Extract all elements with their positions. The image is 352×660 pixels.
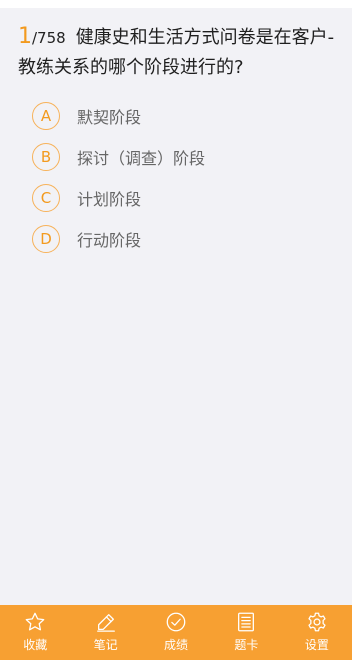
nav-notes-button[interactable]: 笔记	[70, 605, 140, 660]
nav-favorite-label: 收藏	[23, 638, 48, 652]
list-card-icon	[238, 612, 255, 632]
top-strip	[0, 0, 352, 8]
pencil-icon	[96, 614, 115, 632]
bottom-navigation-bar: 收藏 笔记 成绩 题卡 设置	[0, 605, 352, 660]
nav-answer-card-button[interactable]: 题卡	[211, 605, 281, 660]
option-c[interactable]: C 计划阶段	[32, 177, 332, 218]
nav-score-label: 成绩	[164, 638, 189, 652]
option-d[interactable]: D 行动阶段	[32, 218, 332, 259]
question-current-number: 1	[18, 24, 32, 49]
nav-settings-button[interactable]: 设置	[282, 605, 352, 660]
gear-icon	[308, 612, 326, 632]
question-block: 1/758 健康史和生活方式问卷是在客户-教练关系的哪个阶段进行的?	[18, 22, 338, 82]
nav-answer-card-label: 题卡	[234, 638, 259, 652]
check-circle-icon	[166, 612, 186, 632]
option-b[interactable]: B 探讨（调查）阶段	[32, 136, 332, 177]
nav-notes-label: 笔记	[93, 638, 118, 652]
option-b-text: 探讨（调查）阶段	[77, 148, 206, 168]
option-c-letter: C	[32, 183, 60, 212]
options-list: A 默契阶段 B 探讨（调查）阶段 C 计划阶段 D 行动阶段	[32, 95, 332, 259]
star-icon	[25, 612, 45, 631]
option-a-letter: A	[32, 101, 60, 130]
nav-score-button[interactable]: 成绩	[141, 605, 211, 660]
option-d-text: 行动阶段	[77, 230, 142, 250]
option-c-text: 计划阶段	[77, 189, 142, 209]
question-total-count: /758	[32, 29, 66, 47]
option-b-letter: B	[32, 142, 60, 171]
option-a[interactable]: A 默契阶段	[32, 95, 332, 136]
nav-favorite-button[interactable]: 收藏	[0, 605, 70, 660]
option-a-text: 默契阶段	[77, 107, 142, 127]
option-d-letter: D	[32, 224, 60, 253]
nav-settings-label: 设置	[304, 638, 329, 652]
